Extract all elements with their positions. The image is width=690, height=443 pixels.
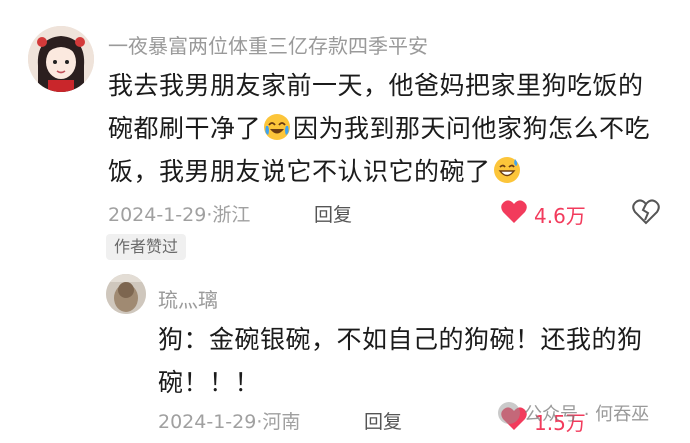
watermark-text: 公众号 · 何吞巫 bbox=[524, 404, 650, 425]
reply-date-location: 2024-1-29·河南 bbox=[158, 411, 301, 433]
comment-meta: 2024-1-29·浙江 回复 4.6万 bbox=[108, 196, 678, 228]
watermark: 公众号 · 何吞巫 bbox=[498, 400, 649, 426]
comment-username[interactable]: 一夜暴富两位体重三亿存款四季平安 bbox=[108, 30, 428, 59]
wechat-logo-icon bbox=[498, 402, 520, 424]
comment-date-location: 2024-1-29·浙江 bbox=[108, 204, 251, 226]
comment-text: 我去我男朋友家前一天，他爸妈把家里狗吃饭的碗都刷干净了 因为我到那天问他家狗怎么不… bbox=[108, 64, 668, 193]
like-count: 4.6万 bbox=[534, 204, 586, 228]
reply-avatar[interactable] bbox=[106, 274, 146, 314]
dislike-button[interactable] bbox=[632, 198, 660, 231]
reply-avatar-illustration bbox=[106, 274, 146, 314]
crying-laughing-emoji-icon bbox=[263, 111, 291, 140]
reply-reply-button[interactable]: 回复 bbox=[364, 407, 402, 434]
broken-heart-icon bbox=[632, 199, 660, 225]
reply-text: 狗：金碗银碗，不如自己的狗碗！还我的狗碗！！！ bbox=[158, 325, 643, 397]
reply-button[interactable]: 回复 bbox=[314, 200, 352, 227]
heart-icon bbox=[501, 200, 527, 223]
avatar[interactable] bbox=[28, 26, 94, 92]
grinning-sweat-emoji-icon bbox=[493, 154, 521, 183]
author-liked-badge: 作者赞过 bbox=[106, 234, 187, 260]
avatar-illustration bbox=[28, 26, 94, 92]
reply-username[interactable]: 琉灬璃 bbox=[158, 284, 218, 313]
comment-thread: 一夜暴富两位体重三亿存款四季平安 我去我男朋友家前一天，他爸妈把家里狗吃饭的碗都… bbox=[0, 0, 690, 443]
